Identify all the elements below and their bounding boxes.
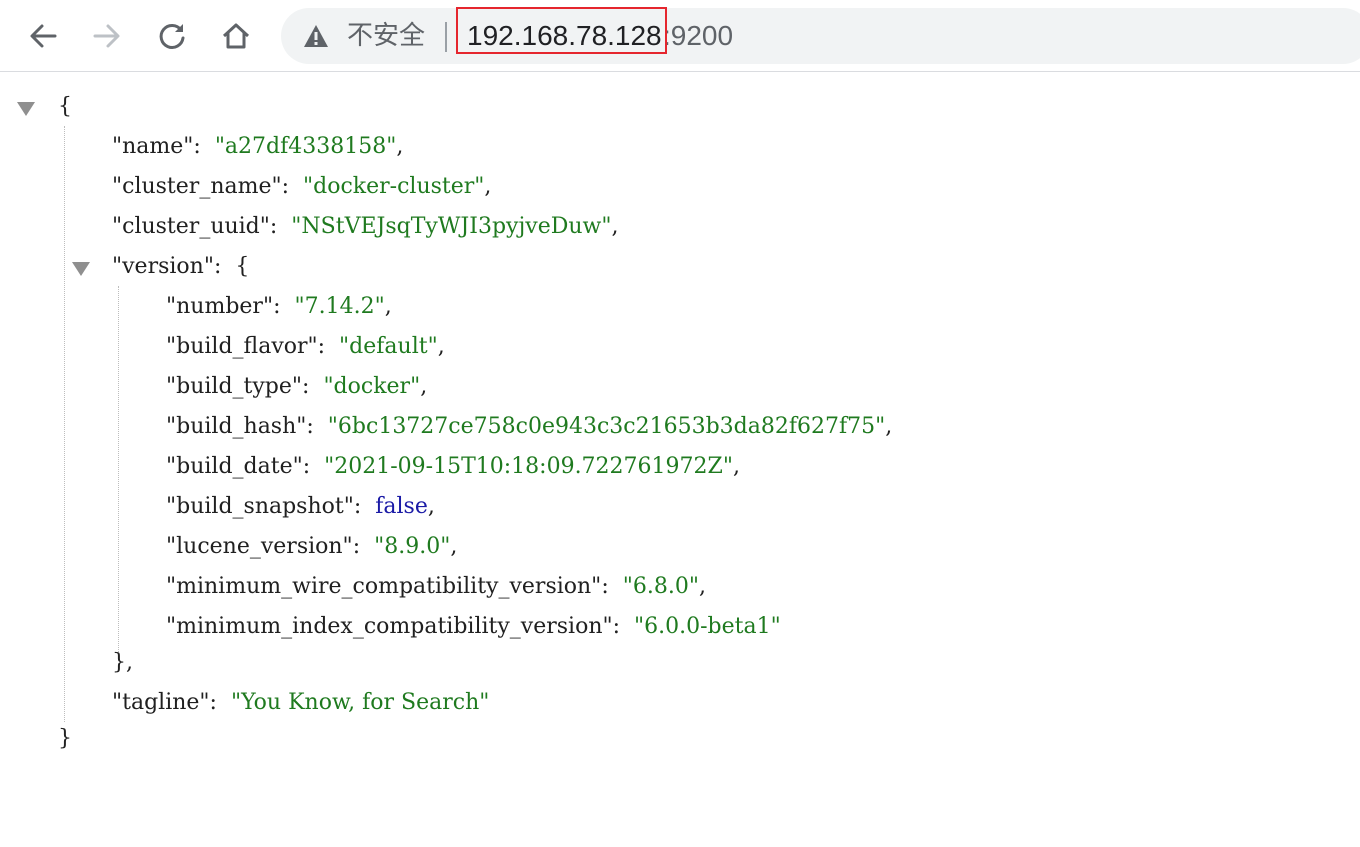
collapse-version-toggle-icon[interactable]: [72, 262, 90, 276]
json-key: "build_hash": [166, 414, 307, 439]
json-entry-version-field: "lucene_version": "8.9.0",: [166, 534, 458, 559]
json-entry-version-field: "minimum_index_compatibility_version": "…: [166, 614, 781, 639]
json-entry-version-field: "build_type": "docker",: [166, 374, 428, 399]
json-entry-version-field: "number": "7.14.2",: [166, 294, 392, 319]
arrow-left-icon: [30, 24, 57, 48]
browser-toolbar: 不安全 192.168.78.128 :9200: [0, 0, 1360, 72]
json-value: "NStVEJsqTyWJI3pyjveDuw": [291, 214, 612, 239]
url-port[interactable]: :9200: [663, 18, 733, 54]
omnibox-divider: [445, 22, 447, 52]
json-key: "version": [112, 254, 214, 279]
json-value: "7.14.2": [294, 294, 385, 319]
version-open-brace: {: [235, 254, 250, 279]
root-close-brace: }: [58, 726, 72, 751]
reload-button[interactable]: [150, 14, 194, 58]
json-value: false: [375, 494, 428, 519]
json-value: "default": [339, 334, 438, 359]
json-entry-version-field: "minimum_wire_compatibility_version": "6…: [166, 574, 706, 599]
json-key: "name": [112, 134, 194, 159]
json-value: "a27df4338158": [214, 134, 397, 159]
json-value: "6.8.0": [622, 574, 699, 599]
json-viewer: { "name": "a27df4338158", "cluster_name"…: [0, 72, 1360, 847]
json-key: "cluster_uuid": [112, 214, 270, 239]
json-entry-cluster-uuid: "cluster_uuid": "NStVEJsqTyWJI3pyjveDuw"…: [112, 214, 619, 239]
json-value: "You Know, for Search": [230, 690, 490, 715]
json-entry-version: "version": {: [112, 254, 250, 279]
address-bar[interactable]: 不安全 192.168.78.128 :9200: [281, 8, 1360, 64]
root-indent-guide: [64, 126, 65, 722]
warning-triangle-icon[interactable]: [303, 24, 329, 48]
reload-icon: [159, 23, 185, 49]
json-key: "minimum_index_compatibility_version": [166, 614, 613, 639]
json-key: "cluster_name": [112, 174, 282, 199]
json-entry-tagline: "tagline": "You Know, for Search": [112, 690, 490, 715]
json-key: "number": [166, 294, 274, 319]
json-value: "2021-09-15T10:18:09.722761972Z": [324, 454, 733, 479]
root-open-brace: {: [58, 94, 72, 119]
version-close-brace: },: [112, 650, 133, 675]
url-host[interactable]: 192.168.78.128: [467, 18, 662, 54]
json-value: "6.0.0-beta1": [634, 614, 781, 639]
json-value: "docker-cluster": [303, 174, 485, 199]
json-key: "build_date": [166, 454, 303, 479]
json-entry-name: "name": "a27df4338158",: [112, 134, 404, 159]
version-indent-guide: [118, 286, 119, 652]
json-key: "minimum_wire_compatibility_version": [166, 574, 602, 599]
home-icon: [222, 23, 250, 49]
json-entry-version-field: "build_date": "2021-09-15T10:18:09.72276…: [166, 454, 740, 479]
json-value: "8.9.0": [374, 534, 451, 559]
json-key: "build_type": [166, 374, 303, 399]
json-entry-version-field: "build_flavor": "default",: [166, 334, 445, 359]
back-button[interactable]: [21, 14, 65, 58]
json-entry-version-field: "build_snapshot": false,: [166, 494, 435, 519]
json-key: "build_flavor": [166, 334, 318, 359]
json-value: "6bc13727ce758c0e943c3c21653b3da82f627f7…: [327, 414, 886, 439]
collapse-root-toggle-icon[interactable]: [17, 102, 35, 116]
json-entry-version-field: "build_hash": "6bc13727ce758c0e943c3c216…: [166, 414, 893, 439]
forward-button[interactable]: [85, 14, 129, 58]
json-key: "tagline": [112, 690, 210, 715]
home-button[interactable]: [214, 14, 258, 58]
json-value: "docker": [323, 374, 421, 399]
json-entry-cluster-name: "cluster_name": "docker-cluster",: [112, 174, 492, 199]
json-key: "build_snapshot": [166, 494, 354, 519]
security-status-label[interactable]: 不安全: [347, 18, 425, 54]
arrow-right-icon: [93, 24, 120, 48]
json-key: "lucene_version": [166, 534, 353, 559]
